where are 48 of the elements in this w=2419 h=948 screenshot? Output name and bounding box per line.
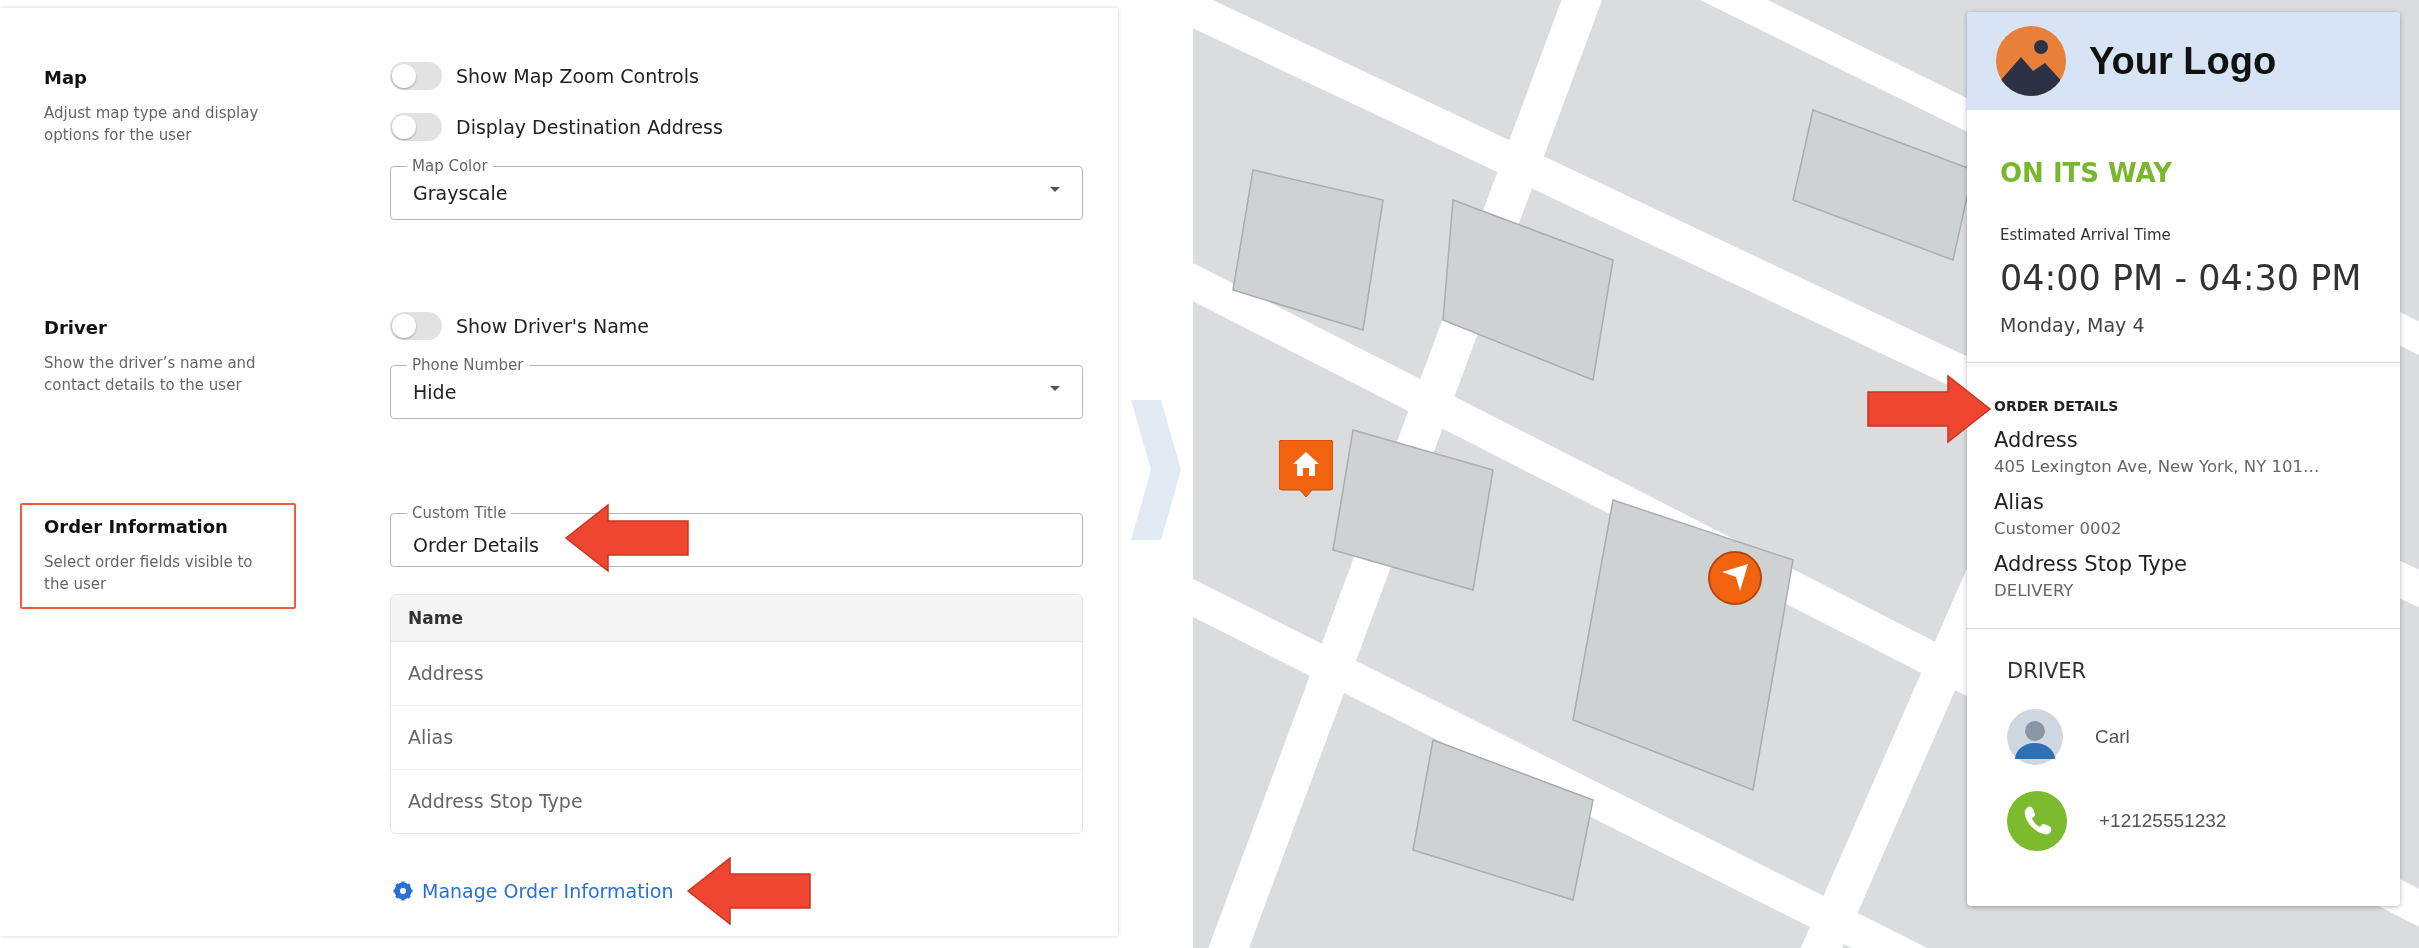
toggle-label: Display Destination Address (456, 116, 723, 138)
table-cell-text: Address Stop Type (407, 789, 584, 814)
section-title: Driver (44, 316, 108, 340)
toggle-label: Show Driver's Name (456, 315, 649, 337)
phone-number: +12125551232 (2099, 810, 2227, 832)
detail-label: Alias (1994, 490, 2045, 514)
section-heading: DRIVER (2007, 659, 2088, 683)
logo-text: Your Logo (2089, 39, 2277, 83)
section-description: Select order fields visible to the user (44, 552, 254, 595)
toggle-switch[interactable] (390, 62, 442, 90)
field-label: Phone Number (411, 357, 525, 373)
detail-label: Address (1994, 428, 2079, 452)
detail-value: DELIVERY (1994, 581, 2075, 600)
eta-label: Estimated Arrival Time (2000, 226, 2172, 244)
field-label: Custom Title (411, 505, 508, 521)
caret-icon (1050, 385, 1060, 391)
section-title: Order Information (44, 515, 229, 539)
table-cell: Alias (391, 706, 1082, 770)
field-label: Map Color (411, 158, 489, 174)
field-value: Grayscale (413, 181, 509, 204)
section-heading: ORDER DETAILS (1994, 398, 2120, 414)
toggle-switch[interactable] (390, 312, 442, 340)
driver-name: Carl (2095, 726, 2130, 748)
manage-link[interactable]: Manage Order Information (390, 880, 674, 902)
field-value: Hide (413, 380, 458, 403)
phone-icon[interactable] (2007, 791, 2067, 851)
home-marker-icon (1279, 440, 1333, 498)
section-description: Adjust map type and display options for the user (44, 103, 260, 146)
toggle-switch[interactable] (390, 113, 442, 141)
navigation-marker-icon (1707, 550, 1763, 606)
eta-time: 04:00 PM - 04:30 PM (2000, 258, 2363, 298)
avatar-icon (2007, 709, 2063, 765)
gear-icon (393, 881, 413, 901)
dropdown-field[interactable]: Phone Number Hide (390, 357, 1083, 419)
field-value: Order Details (413, 532, 540, 556)
detail-value: Customer 0002 (1994, 519, 2123, 538)
detail-value: 405 Lexington Ave, New York, NY 101… (1994, 457, 2321, 476)
detail-label: Address Stop Type (1994, 552, 2188, 576)
status-text: ON ITS WAY (2000, 158, 2174, 188)
dropdown-field[interactable]: Map Color Grayscale (390, 158, 1083, 220)
toggle-label: Show Map Zoom Controls (456, 65, 699, 87)
section-description: Show the driver’s name and contact details to the user (44, 353, 257, 396)
caret-icon (1050, 186, 1060, 192)
eta-date: Monday, May 4 (2000, 314, 2146, 338)
table-cell: Address (391, 642, 1082, 706)
logo-icon (1996, 26, 2066, 96)
column-header: Name (391, 595, 1082, 642)
section-title: Map (44, 66, 88, 90)
